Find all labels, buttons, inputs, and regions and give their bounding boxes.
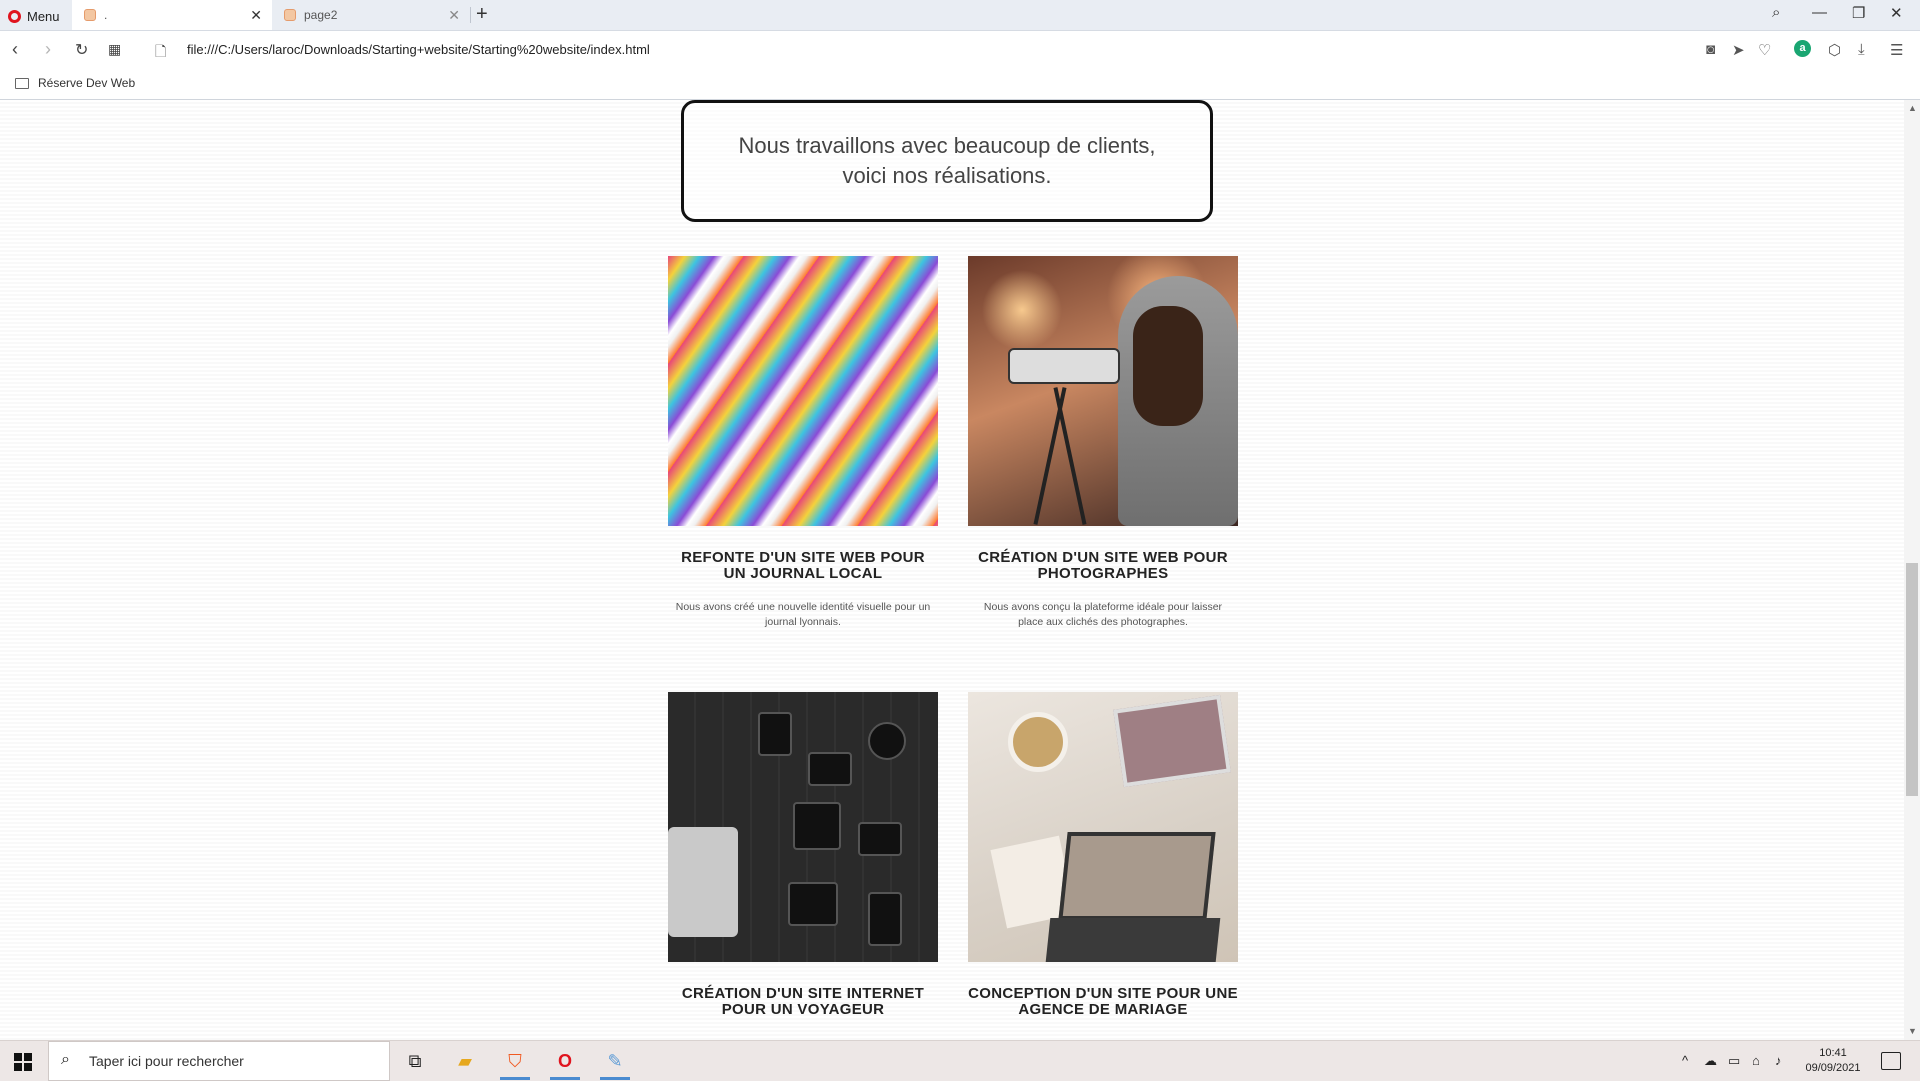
tab-close-icon[interactable]: ✕ — [250, 7, 262, 24]
windows-start-icon[interactable] — [14, 1053, 32, 1071]
project-title: CRÉATION D'UN SITE WEB POUR PHOTOGRAPHES — [978, 549, 1228, 582]
photo-laptop — [668, 827, 738, 937]
project-card[interactable]: CRÉATION D'UN SITE INTERNET POUR UN VOYA… — [668, 692, 938, 1018]
photo-gear-item — [858, 822, 902, 856]
photo-hair — [1133, 306, 1203, 426]
search-icon: ⌕ — [61, 1051, 70, 1068]
reload-icon[interactable]: ↻ — [75, 40, 88, 60]
photo-gear-item — [808, 752, 852, 786]
search-tabs-icon[interactable]: ⌕ — [1772, 4, 1780, 21]
project-card[interactable]: CONCEPTION D'UN SITE POUR UNE AGENCE DE … — [968, 692, 1238, 1018]
photographer-photo[interactable] — [968, 256, 1238, 526]
project-title: CONCEPTION D'UN SITE POUR UNE AGENCE DE … — [968, 985, 1238, 1018]
photo-gear-item — [868, 722, 906, 760]
clock-time: 10:41 — [1819, 1047, 1847, 1059]
task-view-icon[interactable]: ⧉ — [398, 1045, 432, 1077]
speed-dial-icon[interactable]: ▦ — [108, 41, 121, 58]
tab-close-icon[interactable]: ✕ — [448, 7, 460, 24]
photo-gear-item — [793, 802, 841, 850]
project-card[interactable]: REFONTE D'UN SITE WEB POUR UN JOURNAL LO… — [668, 256, 938, 630]
bookmark-bar: Réserve Dev Web — [0, 69, 1920, 100]
extensions-box-icon[interactable]: ⬡ — [1828, 41, 1841, 59]
address-bar: ‹ › ↻ ▦ 🗋 file:///C:/Users/laroc/Downloa… — [0, 31, 1920, 69]
easy-setup-icon[interactable]: ☰ — [1890, 41, 1903, 59]
restore-button[interactable]: ❐ — [1852, 4, 1865, 22]
photo-gear-item — [788, 882, 838, 926]
file-explorer-icon[interactable]: ▰ — [448, 1045, 482, 1077]
close-window-button[interactable]: ✕ — [1890, 4, 1903, 22]
intro-text: Nous travaillons avec beaucoup de client… — [738, 133, 1156, 188]
paint-icon[interactable]: ✎ — [598, 1045, 632, 1080]
photo-keyboard — [1045, 918, 1221, 962]
project-card[interactable]: CRÉATION D'UN SITE WEB POUR PHOTOGRAPHES… — [968, 256, 1238, 630]
send-icon[interactable]: ➤ — [1732, 41, 1745, 59]
tab-title: page2 — [304, 8, 338, 22]
project-description: Nous avons créé une nouvelle identité vi… — [675, 601, 931, 628]
photo-laptop-screen — [1058, 832, 1216, 920]
tab-title: . — [104, 8, 108, 22]
scrollbar-thumb[interactable] — [1906, 563, 1918, 796]
opera-menu-button[interactable]: Menu — [8, 7, 60, 25]
intro-box: Nous travaillons avec beaucoup de client… — [681, 100, 1213, 222]
tab-favicon-icon — [284, 9, 296, 21]
magazines-photo[interactable] — [668, 256, 938, 526]
project-title: REFONTE D'UN SITE WEB POUR UN JOURNAL LO… — [681, 549, 925, 582]
opera-logo-icon — [8, 9, 21, 23]
tab-favicon-icon — [84, 9, 96, 21]
scroll-up-arrow-icon[interactable]: ▲ — [1908, 103, 1917, 113]
taskbar-search-box[interactable]: ⌕ Taper ici pour rechercher — [48, 1041, 390, 1081]
project-title: CRÉATION D'UN SITE INTERNET POUR UN VOYA… — [681, 985, 925, 1018]
volume-icon[interactable]: ♪ — [1775, 1053, 1782, 1068]
taskbar-clock[interactable]: 10:41 09/09/2021 — [1800, 1046, 1866, 1076]
back-icon[interactable]: ‹ — [12, 39, 18, 60]
menu-label: Menu — [27, 8, 60, 24]
brave-browser-icon[interactable]: ⛉ — [498, 1045, 532, 1080]
windows-taskbar: ⌕ Taper ici pour rechercher ⧉ ▰ ⛉ O ✎ ^ … — [0, 1040, 1920, 1081]
photo-gear-item — [868, 892, 902, 946]
file-page-icon: 🗋 — [155, 43, 167, 59]
download-icon[interactable]: ⤓ — [1858, 41, 1865, 58]
photo-tripod-leg — [1053, 387, 1087, 525]
travel-gear-photo[interactable] — [668, 692, 938, 962]
bookmark-folder-reserve[interactable]: Réserve Dev Web — [38, 76, 135, 90]
tab-index[interactable]: . ✕ — [72, 0, 272, 30]
forward-icon[interactable]: › — [45, 39, 51, 60]
photo-tablet — [1113, 694, 1231, 788]
battery-icon[interactable]: ▭ — [1728, 1053, 1740, 1069]
heart-icon[interactable]: ♡ — [1758, 41, 1771, 59]
scroll-down-arrow-icon[interactable]: ▼ — [1908, 1026, 1917, 1036]
tab-bar: Menu . ✕ page2 ✕ + ⌕ — ❐ ✕ — [0, 0, 1920, 31]
tab-separator — [470, 7, 471, 23]
account-icon[interactable]: a — [1794, 40, 1811, 57]
tab-page2[interactable]: page2 ✕ — [272, 0, 470, 30]
photo-cup — [1008, 712, 1068, 772]
project-description: Nous avons conçu la plateforme idéale po… — [983, 601, 1223, 628]
opera-browser-icon[interactable]: O — [548, 1045, 582, 1080]
snapshot-icon[interactable]: ◙ — [1706, 41, 1715, 58]
photo-camera — [1008, 348, 1120, 384]
clock-date: 09/09/2021 — [1805, 1062, 1861, 1074]
show-hidden-icons-icon[interactable]: ^ — [1682, 1053, 1688, 1068]
folder-icon — [15, 78, 29, 89]
onedrive-icon[interactable]: ☁ — [1704, 1053, 1717, 1069]
minimize-button[interactable]: — — [1812, 4, 1827, 21]
photo-gear-item — [758, 712, 792, 756]
wedding-desk-photo[interactable] — [968, 692, 1238, 962]
new-tab-button[interactable]: + — [476, 3, 488, 26]
url-field[interactable]: file:///C:/Users/laroc/Downloads/Startin… — [187, 42, 650, 57]
taskbar-search-placeholder: Taper ici pour rechercher — [89, 1053, 244, 1069]
page-viewport: Nous travaillons avec beaucoup de client… — [0, 100, 1904, 1040]
network-icon[interactable]: ⌂ — [1752, 1053, 1760, 1068]
notification-center-icon[interactable] — [1881, 1052, 1901, 1070]
